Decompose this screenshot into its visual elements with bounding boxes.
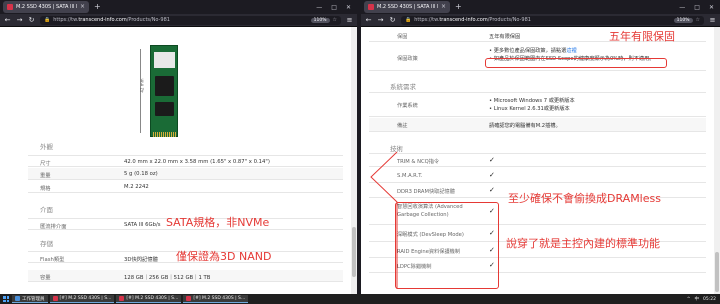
browser-window-right: M.2 SSD 430S | SATA III M.2 2 × + — □ ✕ …	[361, 0, 720, 294]
address-bar[interactable]: 🔒 https://tw.transcend-info.com/Products…	[401, 15, 704, 25]
ssd-connector-pins	[153, 132, 176, 137]
browser-icon	[186, 296, 192, 301]
reload-icon[interactable]: ↻	[28, 16, 35, 24]
back-arrow-icon[interactable]: ←	[4, 16, 11, 24]
site-favicon-icon	[368, 4, 374, 10]
taskbar-item[interactable]: [#] M.2 SSD 430S | S...	[183, 295, 249, 303]
back-arrow-icon[interactable]: ←	[365, 16, 372, 24]
taskbar-item[interactable]: [#] M.2 SSD 430S | S...	[49, 295, 115, 303]
lock-icon: 🔒	[44, 17, 51, 23]
scrollbar-thumb[interactable]	[715, 252, 719, 292]
minimize-button[interactable]: —	[316, 4, 322, 11]
tab-bar: M.2 SSD 430S | SATA III M.2 2 × + — □ ✕	[0, 0, 357, 14]
address-bar[interactable]: 🔒 https://tw.transcend-info.com/Products…	[40, 15, 341, 25]
annotation-nand: 僅保證為3D NAND	[176, 250, 272, 263]
new-tab-button[interactable]: +	[455, 3, 462, 11]
annotation-controller: 說穿了就是主控內建的標準功能	[506, 237, 660, 250]
bookmark-star-icon[interactable]: ☆	[696, 17, 700, 23]
scrollbar-thumb[interactable]	[352, 227, 356, 277]
spec-row-weight: 重量 5 g (0.18 oz)	[28, 168, 343, 180]
ssd-product-image	[150, 45, 178, 137]
browser-icon	[52, 296, 58, 301]
zoom-level-badge[interactable]: 110%	[310, 17, 330, 23]
nav-bar: ← → ↻ 🔒 https://tw.transcend-info.com/Pr…	[361, 14, 720, 27]
nav-bar: ← → ↻ 🔒 https://tw.transcend-info.com/Pr…	[0, 14, 357, 27]
task-manager-icon	[15, 296, 20, 301]
new-tab-button[interactable]: +	[94, 3, 101, 11]
site-favicon-icon	[7, 4, 13, 10]
close-window-button[interactable]: ✕	[346, 4, 351, 11]
zoom-level-badge[interactable]: 110%	[673, 17, 693, 23]
taskbar: 工作管理員 [#] M.2 SSD 430S | S... [#] M.2 SS…	[0, 294, 720, 304]
browser-tab[interactable]: M.2 SSD 430S | SATA III M.2 2 ×	[3, 1, 89, 13]
maximize-button[interactable]: □	[331, 4, 337, 11]
browser-icon	[119, 296, 125, 301]
windows-start-icon[interactable]	[2, 295, 10, 303]
tab-bar: M.2 SSD 430S | SATA III M.2 2 × + — □ ✕	[361, 0, 720, 14]
ssd-controller-chip	[155, 102, 174, 116]
forward-arrow-icon[interactable]: →	[377, 16, 384, 24]
bookmark-star-icon[interactable]: ☆	[333, 17, 337, 23]
close-window-button[interactable]: ✕	[709, 4, 714, 11]
scrollbar[interactable]	[714, 27, 720, 294]
menu-icon[interactable]: ≡	[709, 16, 716, 24]
tab-title: M.2 SSD 430S | SATA III M.2 2	[16, 4, 77, 10]
section-storage: 存儲	[40, 240, 53, 248]
highlight-controller-features	[395, 202, 499, 289]
tab-close-icon[interactable]: ×	[441, 4, 446, 10]
annotation-dram: 至少確保不會偷換成DRAMless	[508, 192, 661, 205]
ssd-flash-chip	[155, 76, 174, 96]
taskbar-item[interactable]: [#] M.2 SSD 430S | S...	[116, 295, 182, 303]
ssd-sticker	[154, 52, 175, 68]
tab-title: M.2 SSD 430S | SATA III M.2 2	[377, 4, 438, 10]
taskbar-item[interactable]: 工作管理員	[12, 295, 48, 303]
menu-icon[interactable]: ≡	[346, 16, 353, 24]
minimize-button[interactable]: —	[679, 4, 685, 11]
annotation-sata: SATA規格，非NVMe	[166, 216, 270, 229]
spec-row-size: 尺寸 42.0 mm x 22.0 mm x 3.58 mm (1.65" x …	[28, 155, 343, 167]
url-text: https://tw.transcend-info.com/Products/N…	[53, 17, 170, 23]
section-appearance: 外觀	[40, 143, 53, 151]
maximize-button[interactable]: □	[694, 4, 700, 11]
spec-row-capacity: 容量 128 GB｜256 GB｜512 GB｜1 TB	[28, 270, 343, 282]
tab-close-icon[interactable]: ×	[80, 4, 85, 10]
section-interface: 介面	[40, 206, 53, 214]
lock-icon: 🔒	[405, 17, 412, 23]
spec-row-format: 規格 M.2 2242	[28, 181, 343, 193]
chevron-up-icon[interactable]: ^	[687, 297, 691, 302]
browser-window-left: M.2 SSD 430S | SATA III M.2 2 × + — □ ✕ …	[0, 0, 357, 294]
input-language[interactable]: 中	[695, 296, 700, 302]
dimension-label: 42 mm	[139, 78, 145, 93]
forward-arrow-icon[interactable]: →	[16, 16, 23, 24]
url-text: https://tw.transcend-info.com/Products/N…	[414, 17, 531, 23]
browser-tab[interactable]: M.2 SSD 430S | SATA III M.2 2 ×	[364, 1, 450, 13]
reload-icon[interactable]: ↻	[389, 16, 396, 24]
page-content: 42 mm 外觀 尺寸 42.0 mm x 22.0 mm x 3.58 mm …	[0, 27, 357, 294]
system-tray: ^ 中 05:22	[687, 296, 720, 303]
page-content: 保固 五年有限保固 保固政策 更多數位產品保固政策，請點選這裡 如產品於保固範圍…	[361, 27, 720, 294]
clock[interactable]: 05:22	[703, 297, 716, 302]
